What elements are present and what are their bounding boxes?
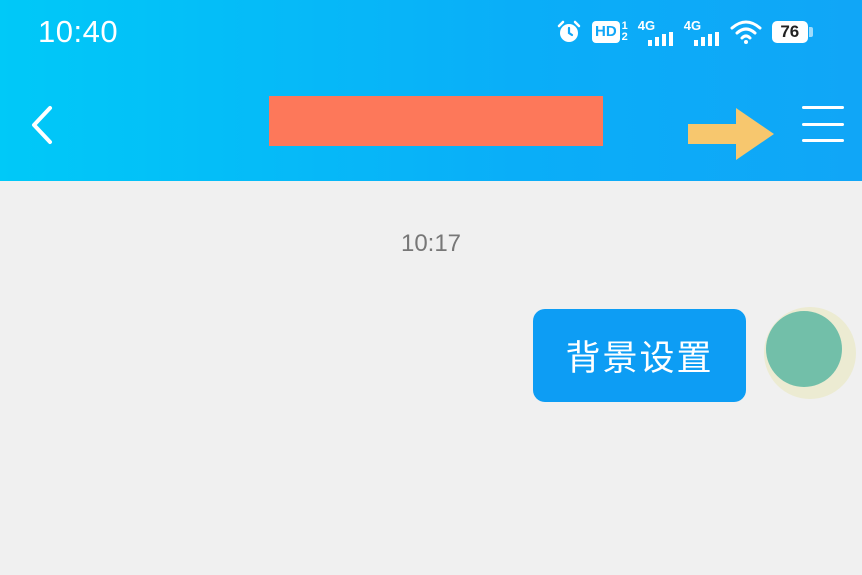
signal-4g-icon: 4G [638,19,674,46]
hd-icon: HD 1 2 [592,21,628,43]
message-bubble[interactable]: 背景设置 [533,309,746,402]
chevron-left-icon [32,106,52,144]
chat-timestamp: 10:17 [400,230,462,257]
hd-label: HD [592,21,620,43]
status-bar: 10:40 HD 1 2 4G 4G 76 [0,0,862,64]
alarm-icon [556,19,582,45]
signal2-label: 4G [683,17,702,33]
hd-sim2: 2 [621,31,628,43]
page-title-redacted [269,96,603,146]
status-time: 10:40 [38,14,119,49]
battery-tip [808,27,813,37]
hamburger-menu-icon-line [802,139,844,142]
menu-button[interactable] [796,101,850,147]
signal-4g-icon: 4G [684,19,720,46]
avatar[interactable] [766,311,842,387]
hamburger-menu-icon-line [802,122,844,126]
signal1-label: 4G [637,17,656,33]
hd-sim-fraction: 1 2 [622,21,628,43]
hamburger-menu-icon-line [802,106,844,109]
battery-level: 76 [771,21,808,43]
header: 10:40 HD 1 2 4G 4G 76 [0,0,862,181]
wifi-icon [730,19,762,45]
back-button[interactable] [22,100,62,150]
status-icons: HD 1 2 4G 4G 76 [556,16,813,48]
battery-icon: 76 [771,21,813,43]
arrow-right-icon [688,108,774,160]
